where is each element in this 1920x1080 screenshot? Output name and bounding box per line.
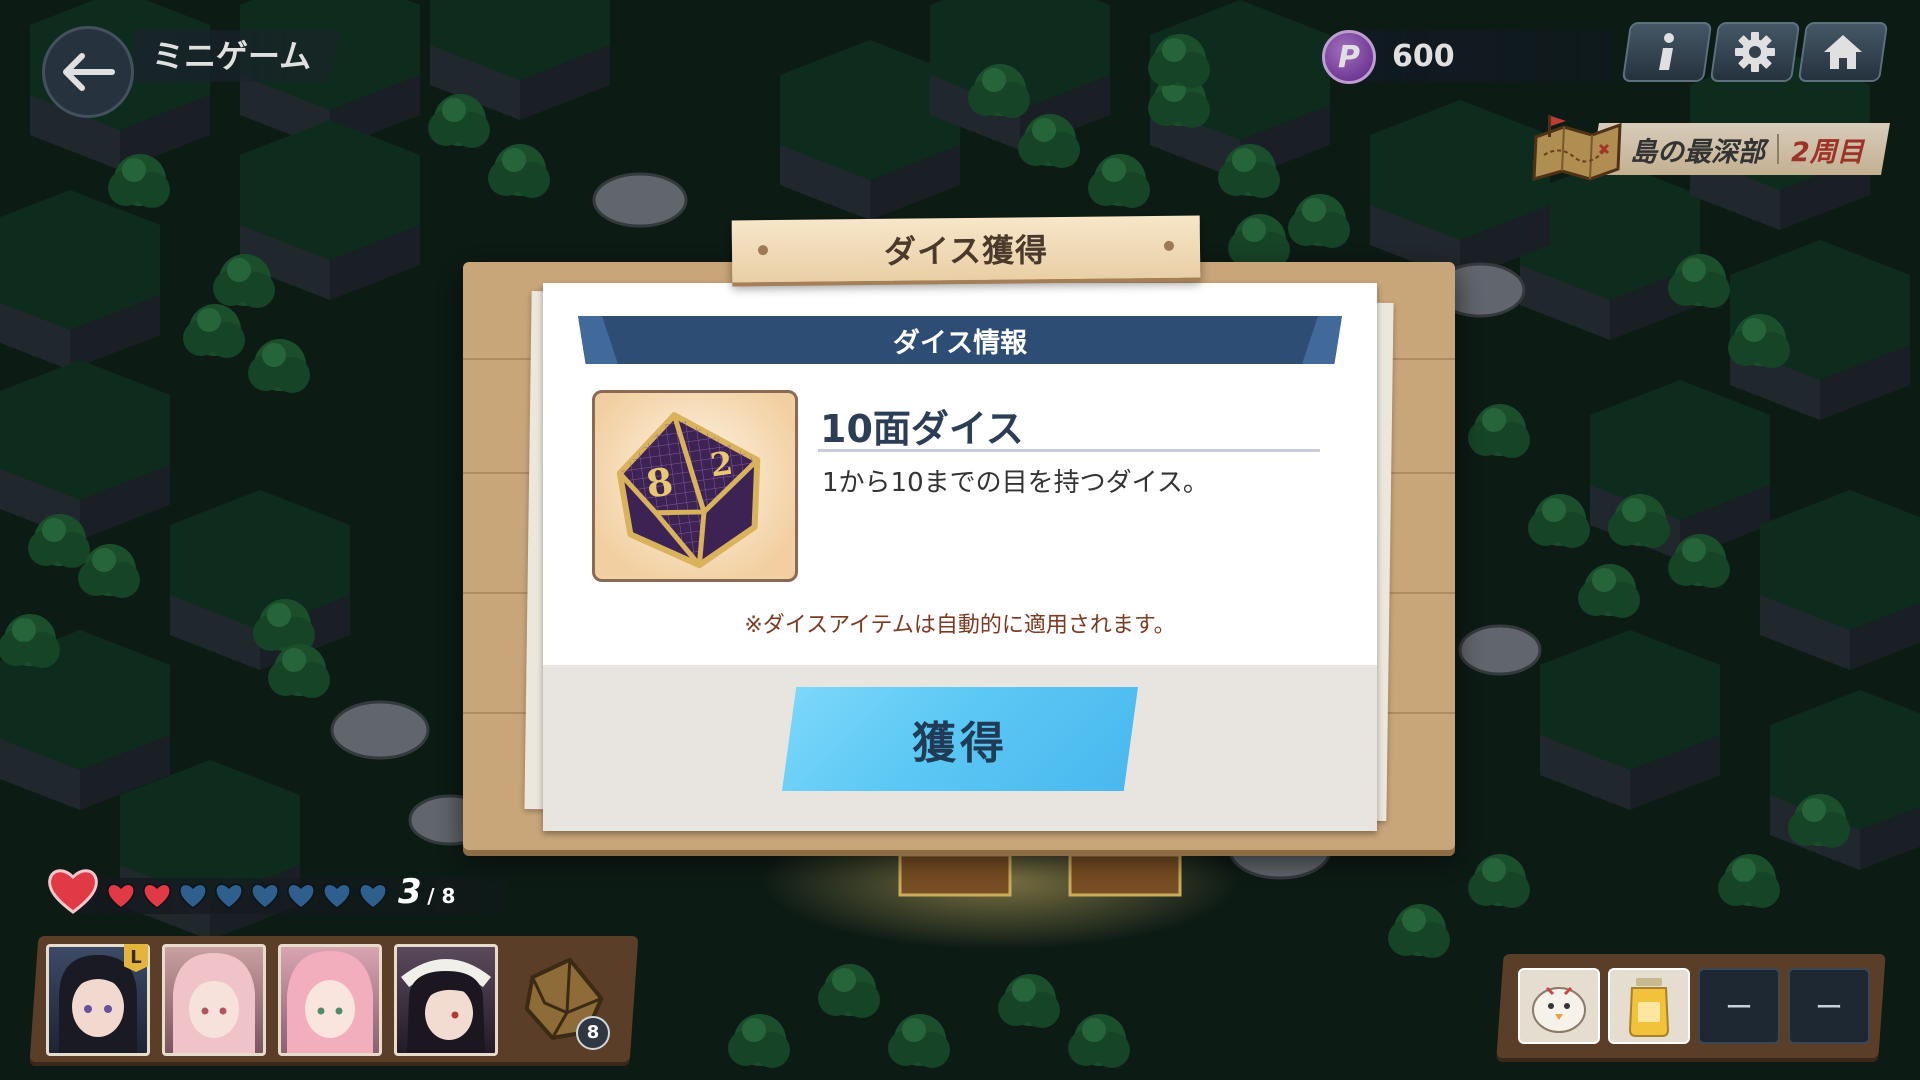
section-header: ダイス情報 — [578, 316, 1342, 364]
character-portrait-icon — [173, 953, 255, 1053]
dialog-title-sign: ダイス獲得 — [731, 215, 1201, 283]
item-slot-2[interactable] — [1608, 968, 1690, 1044]
heart-empty-icon — [215, 883, 243, 909]
auto-apply-notice: ※ダイスアイテムは自動的に適用されます。 — [744, 613, 1176, 638]
heart-empty-icon — [359, 883, 387, 909]
hp-counter: 3 / 8 — [398, 872, 455, 912]
item-slot-3[interactable]: ー — [1698, 968, 1780, 1044]
character-portrait-icon — [287, 951, 373, 1053]
d10-dice-icon: 8 2 — [616, 412, 761, 569]
bird-mascot-icon — [1532, 986, 1586, 1033]
dialog-title: ダイス獲得 — [883, 231, 1049, 271]
item-image-frame: 8 2 — [592, 390, 798, 582]
item-slot-1[interactable] — [1518, 968, 1600, 1044]
character-portrait-icon — [401, 959, 491, 1053]
section-title: ダイス情報 — [892, 327, 1028, 359]
party-member-2[interactable] — [162, 944, 266, 1056]
item-slot-4[interactable]: ー — [1788, 968, 1870, 1044]
heart-empty-icon — [179, 883, 207, 909]
hp-max: / 8 — [427, 884, 456, 908]
party-member-3[interactable] — [278, 944, 382, 1056]
sign-nail — [757, 245, 769, 256]
sign-nail — [1163, 240, 1175, 251]
honey-jar-icon — [1628, 978, 1670, 1037]
obtain-button[interactable]: 獲得 — [782, 687, 1138, 791]
item-description: 1から10までの目を持つダイス。 — [822, 468, 1209, 498]
heart-empty-icon — [287, 883, 315, 909]
heart-empty-icon — [251, 883, 279, 909]
big-heart-icon — [48, 869, 98, 914]
heart-filled-icon — [143, 883, 171, 909]
dice-count-badge: 8 — [576, 1016, 610, 1050]
obtain-button-label: 獲得 — [912, 718, 1008, 769]
heart-filled-icon — [107, 883, 135, 909]
heart-empty-icon — [323, 883, 351, 909]
hp-current: 3 — [398, 872, 422, 912]
item-name: 10面ダイス — [820, 407, 1024, 451]
leader-badge: L — [124, 944, 148, 972]
party-member-4[interactable] — [394, 944, 498, 1056]
item-name-underline — [818, 449, 1320, 452]
